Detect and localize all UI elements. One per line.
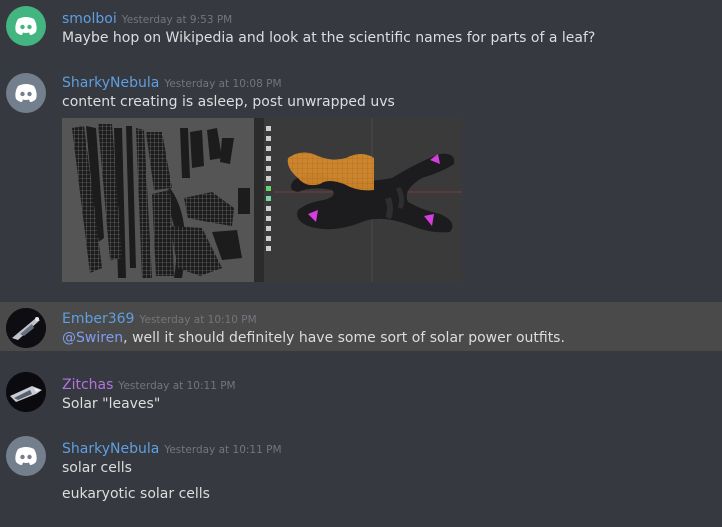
user-mention[interactable]: @Swiren xyxy=(62,330,123,346)
avatar[interactable] xyxy=(6,73,46,113)
avatar[interactable] xyxy=(6,436,46,476)
message: Zitchas Yesterday at 10:11 PM Solar "leav… xyxy=(0,366,722,422)
message-text: eukaryotic solar cells xyxy=(62,486,210,502)
message-text: @Swiren, well it should definitely have … xyxy=(62,330,565,346)
username[interactable]: Ember369 xyxy=(62,311,134,327)
username[interactable]: SharkyNebula xyxy=(62,441,159,457)
timestamp: Yesterday at 10:11 PM xyxy=(118,380,236,392)
username[interactable]: Zitchas xyxy=(62,377,113,393)
avatar[interactable] xyxy=(6,308,46,348)
timestamp: Yesterday at 10:10 PM xyxy=(139,314,257,326)
spaceship-icon xyxy=(6,372,46,412)
message: SharkyNebula Yesterday at 10:11 PM solar … xyxy=(0,430,722,525)
message: smolboi Yesterday at 9:53 PM Maybe hop on… xyxy=(0,0,722,60)
message-text: content creating is asleep, post unwrapp… xyxy=(62,94,395,110)
discord-logo-icon xyxy=(15,447,37,465)
username[interactable]: SharkyNebula xyxy=(62,75,159,91)
discord-logo-icon xyxy=(15,17,37,35)
timestamp: Yesterday at 9:53 PM xyxy=(121,14,233,26)
avatar[interactable] xyxy=(6,6,46,46)
spaceship-icon xyxy=(6,308,46,348)
avatar[interactable] xyxy=(6,372,46,412)
message-text: Maybe hop on Wikipedia and look at the s… xyxy=(62,30,596,46)
timestamp: Yesterday at 10:11 PM xyxy=(164,444,282,456)
discord-logo-icon xyxy=(15,84,37,102)
image-attachment[interactable] xyxy=(62,118,462,282)
uv-unwrap-image xyxy=(62,118,462,282)
username[interactable]: smolboi xyxy=(62,11,117,27)
timestamp: Yesterday at 10:08 PM xyxy=(164,78,282,90)
message-text-body: , well it should definitely have some so… xyxy=(123,330,565,346)
message-text: solar cells xyxy=(62,460,132,476)
message: Ember369 Yesterday at 10:10 PM @Swiren, w… xyxy=(0,302,722,351)
message-text: Solar "leaves" xyxy=(62,396,161,412)
